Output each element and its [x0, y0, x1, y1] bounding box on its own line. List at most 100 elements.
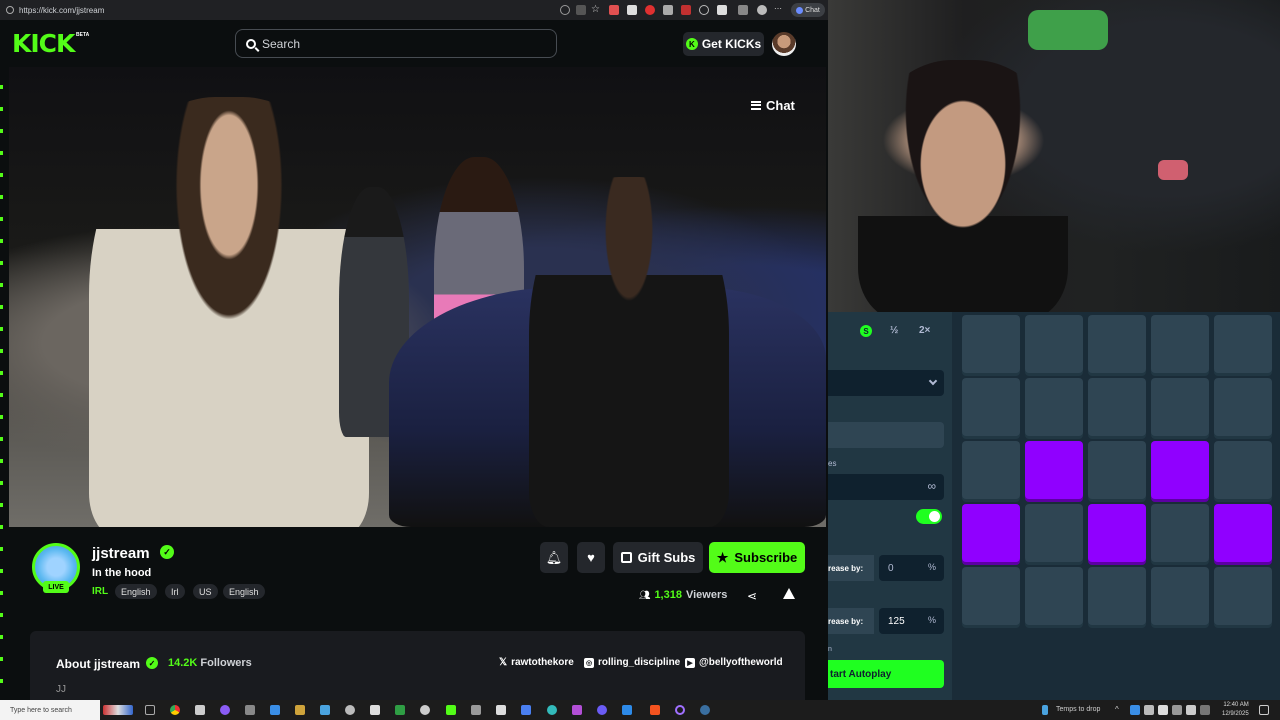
tile-selected[interactable] — [1151, 441, 1209, 499]
tile[interactable] — [1151, 504, 1209, 562]
extension-icon[interactable] — [627, 5, 637, 15]
app-icon[interactable] — [496, 705, 506, 715]
increase-by-label[interactable]: rease by: — [828, 608, 874, 634]
follow-button[interactable]: ♥ — [577, 542, 605, 573]
tile[interactable] — [962, 567, 1020, 625]
tile-selected[interactable] — [962, 504, 1020, 562]
steam-icon[interactable] — [700, 705, 710, 715]
tray-chevron-icon[interactable]: ^ — [1115, 705, 1125, 715]
extension-icon[interactable] — [609, 5, 619, 15]
tray-icon[interactable] — [1130, 705, 1140, 715]
tile-selected[interactable] — [1214, 504, 1272, 562]
tile[interactable] — [962, 315, 1020, 373]
social-link-instagram[interactable]: ◎ rolling_discipline — [584, 657, 680, 668]
user-avatar[interactable] — [772, 32, 796, 56]
app-icon[interactable] — [270, 705, 280, 715]
tile[interactable] — [1088, 441, 1146, 499]
notifications-icon[interactable] — [1259, 705, 1269, 715]
zoom-icon[interactable] — [560, 5, 570, 15]
search-input[interactable]: Search — [235, 29, 557, 58]
speed-double-button[interactable]: 2× — [919, 325, 930, 336]
app-icon[interactable] — [572, 705, 582, 715]
profile-icon[interactable] — [757, 5, 767, 15]
app-icon[interactable] — [521, 705, 531, 715]
app-icon[interactable] — [547, 705, 557, 715]
tile[interactable] — [1151, 567, 1209, 625]
start-autoplay-button[interactable]: tart Autoplay — [828, 660, 944, 688]
browser-address-bar[interactable]: https://kick.com/jjstream ☆ ⋯ Chat — [0, 0, 828, 20]
social-link-youtube[interactable]: ▶ @bellyoftheworld — [685, 657, 783, 668]
tile[interactable] — [1088, 378, 1146, 436]
app-icon[interactable] — [320, 705, 330, 715]
tray-icon[interactable] — [1200, 705, 1210, 715]
notifications-button[interactable]: 🔔︎ — [540, 542, 568, 573]
tray-icon[interactable] — [1158, 705, 1168, 715]
network-icon[interactable] — [1186, 705, 1196, 715]
tile[interactable] — [1214, 378, 1272, 436]
increase-by-input[interactable]: 125 % — [879, 608, 944, 634]
app-icon[interactable] — [597, 705, 607, 715]
tile[interactable] — [1214, 567, 1272, 625]
tile[interactable] — [1025, 378, 1083, 436]
extensions-puzzle-icon[interactable] — [738, 5, 748, 15]
tile[interactable] — [1025, 567, 1083, 625]
app-icon[interactable] — [622, 705, 632, 715]
app-icon[interactable] — [295, 705, 305, 715]
tray-icon[interactable] — [1144, 705, 1154, 715]
share-icon[interactable]: ⋖ — [747, 589, 757, 603]
extension-icon[interactable] — [717, 5, 727, 15]
get-kicks-button[interactable]: K Get KICKs — [683, 32, 764, 56]
app-icon[interactable] — [245, 705, 255, 715]
social-link-x[interactable]: 𝕏 rawtothekore — [499, 657, 574, 668]
app-icon[interactable] — [220, 705, 230, 715]
tile[interactable] — [962, 441, 1020, 499]
extension-icon[interactable] — [681, 5, 691, 15]
taskbar-clock[interactable]: 12:40 AM 12/9/2025 — [1222, 701, 1249, 719]
chat-toggle-button[interactable]: Chat — [751, 95, 795, 115]
tag-chip[interactable]: US — [193, 584, 218, 599]
app-icon[interactable] — [370, 705, 380, 715]
share-page-icon[interactable] — [576, 5, 586, 15]
chat-extension-tab[interactable]: Chat — [791, 3, 825, 17]
kick-logo[interactable]: KICK — [12, 29, 75, 58]
extension-icon[interactable] — [663, 5, 673, 15]
app-icon[interactable] — [675, 705, 685, 715]
tag-chip[interactable]: Irl — [165, 584, 185, 599]
number-of-games-input[interactable]: ∞ — [828, 474, 944, 500]
site-info-icon[interactable] — [6, 6, 14, 14]
url-text[interactable]: https://kick.com/jjstream — [19, 6, 104, 15]
tile[interactable] — [1151, 315, 1209, 373]
extension-icon[interactable] — [699, 5, 709, 15]
bet-input[interactable] — [828, 422, 944, 448]
tile[interactable] — [1088, 315, 1146, 373]
select-dropdown[interactable] — [828, 370, 944, 396]
followed-channels-rail[interactable] — [0, 67, 3, 697]
tag-chip[interactable]: English — [115, 584, 157, 599]
app-icon[interactable] — [345, 705, 355, 715]
menu-dots-icon[interactable]: ⋯ — [774, 5, 784, 15]
extension-icon[interactable] — [645, 5, 655, 15]
tile-selected[interactable] — [1088, 504, 1146, 562]
app-icon[interactable] — [471, 705, 481, 715]
task-view-icon[interactable] — [145, 705, 155, 715]
tile[interactable] — [1025, 315, 1083, 373]
streamer-name[interactable]: jjstream — [92, 545, 150, 562]
app-icon[interactable] — [446, 705, 456, 715]
volume-icon[interactable] — [1172, 705, 1182, 715]
tile[interactable] — [1088, 567, 1146, 625]
advanced-toggle[interactable] — [916, 509, 942, 524]
speed-half-button[interactable]: ½ — [890, 325, 898, 336]
chrome-icon[interactable] — [170, 705, 180, 715]
app-icon[interactable] — [195, 705, 205, 715]
video-player[interactable]: Chat — [9, 67, 826, 527]
speed-s-button[interactable]: S — [860, 325, 872, 337]
brave-icon[interactable] — [650, 705, 660, 715]
tile[interactable] — [1151, 378, 1209, 436]
tile[interactable] — [962, 378, 1020, 436]
increase-by-input[interactable]: 0 % — [879, 555, 944, 581]
tile-selected[interactable] — [1025, 441, 1083, 499]
category-link[interactable]: IRL — [92, 586, 108, 597]
subscribe-button[interactable]: ★ Subscribe — [709, 542, 805, 573]
taskbar-search-input[interactable]: Type here to search — [0, 700, 100, 720]
tile[interactable] — [1025, 504, 1083, 562]
